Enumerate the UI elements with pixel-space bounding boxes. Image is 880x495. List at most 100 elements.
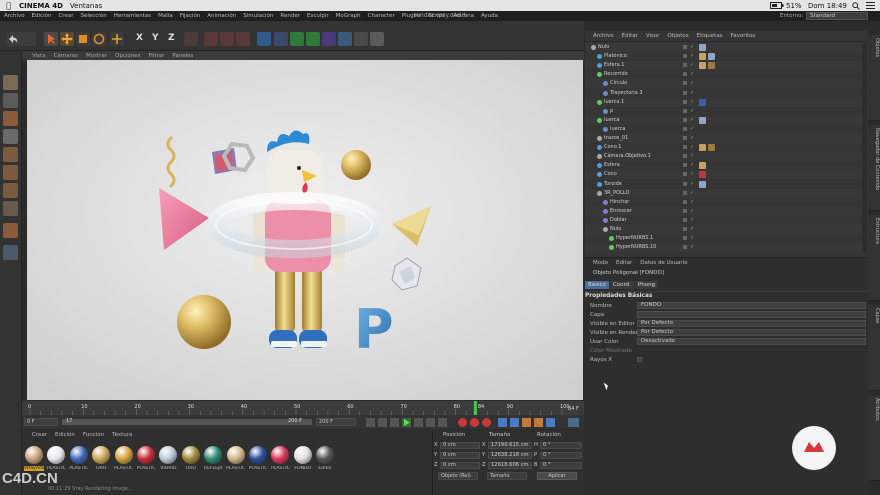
app-menu-item[interactable]: Malla — [158, 13, 173, 19]
app-menu-item[interactable]: MoGraph — [336, 13, 361, 19]
x-axis-toggle[interactable]: X — [136, 33, 143, 43]
enabled-check-icon[interactable]: ✓ — [690, 81, 702, 86]
attribute-tab[interactable]: Coord. — [609, 281, 634, 289]
object-name[interactable]: Trayectoria 3 — [610, 89, 643, 98]
rotation-key-icon[interactable] — [522, 418, 531, 427]
object-menu-item[interactable]: Etiquetas — [697, 32, 723, 41]
visibility-dot[interactable] — [683, 126, 687, 131]
material-menu-item[interactable]: Función — [83, 432, 104, 438]
visibility-dot[interactable] — [683, 117, 687, 122]
attribute-field[interactable]: FONDO — [637, 302, 866, 309]
app-menu-item[interactable]: Character — [368, 13, 395, 19]
attribute-field[interactable]: Por Defecto — [637, 320, 866, 327]
xray-checkbox[interactable] — [637, 357, 642, 362]
object-row[interactable]: p ✓ — [585, 107, 868, 116]
render-picture-viewer-icon[interactable] — [220, 32, 234, 46]
attribute-menu-item[interactable]: Editar — [616, 259, 632, 268]
pen-spline-icon[interactable] — [274, 32, 288, 46]
object-tag-icon[interactable] — [699, 62, 706, 70]
object-tag-icon[interactable] — [699, 144, 706, 152]
search-icon[interactable] — [852, 0, 860, 11]
material-menu-item[interactable]: Crear — [32, 432, 47, 438]
model-mode-icon[interactable] — [3, 93, 18, 108]
battery-icon[interactable] — [770, 0, 784, 11]
material-swatch[interactable]: PLÁSTIC — [270, 446, 290, 478]
record-icon[interactable] — [458, 418, 467, 427]
rotation-field[interactable]: 0 ° — [540, 442, 582, 449]
rotate-tool-icon[interactable] — [92, 32, 106, 46]
frame-range-slider[interactable] — [62, 419, 312, 425]
right-tab[interactable]: Capas — [868, 305, 880, 391]
visibility-dot[interactable] — [683, 236, 687, 241]
object-name[interactable]: HyperNURBS.10 — [616, 243, 656, 252]
app-menu-item[interactable]: Crear — [58, 13, 73, 19]
visibility-dot[interactable] — [683, 208, 687, 213]
enabled-check-icon[interactable]: ✓ — [690, 236, 702, 241]
visibility-dot[interactable] — [683, 190, 687, 195]
material-swatch[interactable]: ORO — [91, 446, 111, 478]
rotation-field[interactable]: 0 ° — [540, 462, 582, 469]
playhead[interactable] — [473, 401, 477, 415]
enabled-check-icon[interactable]: ✓ — [690, 245, 702, 250]
object-row[interactable]: Toroide ✓ — [585, 180, 868, 189]
subdivision-surface-icon[interactable] — [290, 32, 304, 46]
material-swatch[interactable]: PLÁSTIC — [136, 446, 156, 478]
visibility-dot[interactable] — [683, 72, 687, 77]
material-swatch[interactable]: REFLEJA — [203, 446, 223, 478]
app-menu-item[interactable]: Simulación — [243, 13, 273, 19]
material-menu-item[interactable]: Edición — [55, 432, 75, 438]
play-icon[interactable] — [402, 418, 411, 427]
visibility-dot[interactable] — [683, 245, 687, 250]
object-tag-icon[interactable] — [708, 62, 715, 70]
size-field[interactable]: 12638.218 cm — [488, 452, 532, 459]
object-row[interactable]: 3R_POLLO ✓ — [585, 188, 868, 198]
axis-mode-icon[interactable] — [3, 201, 18, 216]
viewport-menu-item[interactable]: Paneles — [172, 53, 193, 59]
object-row[interactable]: Enroscar ✓ — [585, 206, 868, 216]
object-name[interactable]: HyperNURBS.1 — [616, 234, 653, 243]
viewport-menu-item[interactable]: Mostrar — [86, 53, 107, 59]
visibility-dot[interactable] — [683, 181, 687, 186]
go-to-end-icon[interactable] — [438, 418, 447, 427]
previous-key-icon[interactable] — [378, 418, 387, 427]
object-menu-item[interactable]: Archivo — [593, 32, 614, 41]
render-settings-icon[interactable] — [236, 32, 250, 46]
enabled-check-icon[interactable]: ✓ — [690, 227, 702, 232]
visibility-dot[interactable] — [683, 136, 687, 140]
points-mode-icon[interactable] — [3, 147, 18, 162]
position-field[interactable]: 0 cm — [440, 442, 480, 449]
object-name[interactable]: Iuerca — [610, 125, 625, 134]
rotation-field[interactable]: 0 ° — [540, 452, 582, 459]
material-swatch[interactable]: Editor — [315, 446, 335, 478]
mac-menu-ventanas[interactable]: Ventanas — [70, 2, 102, 10]
object-tag-icon[interactable] — [708, 144, 715, 152]
visibility-dot[interactable] — [683, 145, 687, 150]
object-row[interactable]: trazos_01 ✓ — [585, 134, 868, 144]
app-menu-item[interactable]: Animación — [207, 13, 236, 19]
attribute-menu-item[interactable]: Modo — [593, 259, 608, 268]
app-menu-item[interactable]: Esculpir — [307, 13, 329, 19]
move-tool-icon[interactable] — [60, 32, 74, 46]
enabled-check-icon[interactable]: ✓ — [690, 217, 702, 223]
material-swatch[interactable]: VIDRIO — [158, 446, 178, 478]
object-name[interactable]: Platónico — [604, 52, 627, 61]
visibility-dot[interactable] — [683, 90, 687, 95]
object-tag-icon[interactable] — [699, 180, 706, 188]
object-name[interactable]: Cono — [604, 170, 617, 179]
enabled-check-icon[interactable]: ✓ — [690, 90, 702, 96]
visibility-dot[interactable] — [683, 81, 687, 86]
snap-icon[interactable] — [3, 223, 18, 238]
polygons-mode-icon[interactable] — [3, 183, 18, 198]
visibility-dot[interactable] — [683, 99, 687, 104]
object-tag-icon[interactable] — [699, 162, 706, 170]
attribute-tab[interactable]: Básico — [585, 281, 609, 289]
next-key-icon[interactable] — [426, 418, 435, 427]
object-row[interactable]: Esfera.1 ✓ — [585, 61, 868, 71]
attribute-field[interactable] — [637, 311, 866, 318]
lock-workplane-icon[interactable] — [3, 245, 18, 260]
visibility-dot[interactable] — [683, 172, 687, 177]
keyframe-selection-icon[interactable] — [482, 418, 491, 427]
right-tab[interactable]: Navegador de Contenido — [868, 125, 880, 211]
right-tab[interactable]: Objetos — [868, 35, 880, 121]
clock[interactable]: Dom 18:49 — [808, 0, 847, 11]
